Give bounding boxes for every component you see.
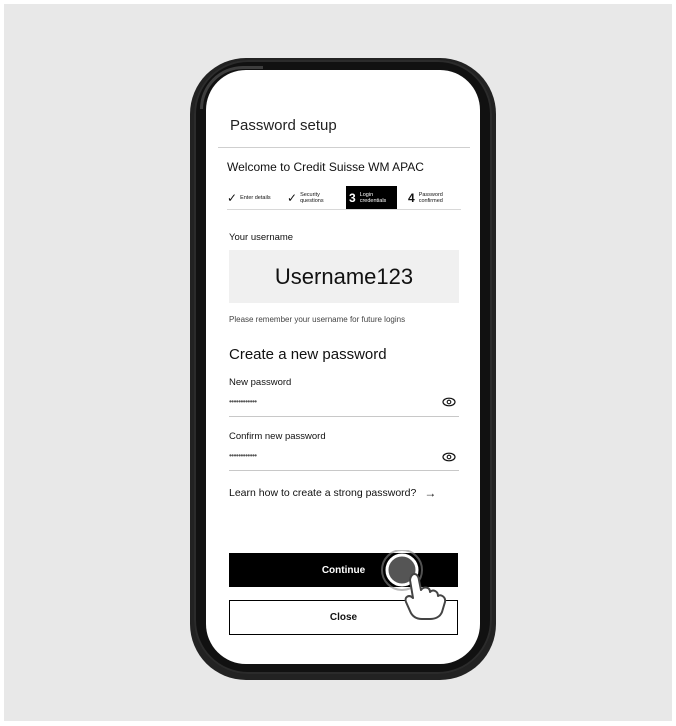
username-display: Username123	[229, 250, 459, 303]
step-label: Password confirmed	[418, 192, 443, 204]
checkmark-icon: ✓	[227, 191, 238, 205]
eye-icon[interactable]	[442, 452, 456, 462]
checkmark-icon: ✓	[287, 191, 298, 205]
step-security-questions: ✓ Security questions	[287, 186, 334, 210]
step-label: Security questions	[300, 192, 324, 204]
step-enter-details: ✓ Enter details	[227, 186, 274, 210]
new-password-underline	[229, 416, 459, 417]
page-title: Password setup	[230, 117, 337, 134]
new-password-label: New password	[229, 377, 292, 388]
arrow-right-icon: →	[424, 486, 437, 500]
confirm-password-label: Confirm new password	[229, 431, 326, 442]
steps-divider	[227, 209, 461, 210]
confirm-password-underline	[229, 470, 459, 471]
step-label: Enter details	[240, 195, 271, 201]
step-number: 3	[349, 191, 356, 205]
step-password-confirmed: 4 Password confirmed	[408, 186, 453, 210]
username-label: Your username	[229, 232, 294, 243]
welcome-text: Welcome to Credit Suisse WM APAC	[227, 160, 424, 174]
create-password-heading: Create a new password	[229, 346, 387, 363]
confirm-password-field[interactable]: ••••••••••••	[229, 451, 257, 460]
step-number: 4	[408, 191, 415, 205]
new-password-field[interactable]: ••••••••••••	[229, 397, 257, 406]
step-login-credentials: 3 Login credentials	[346, 186, 397, 210]
tap-hand-icon	[381, 550, 447, 620]
step-label: Login credentials	[359, 192, 387, 204]
title-divider	[218, 147, 470, 148]
learn-link-text: Learn how to create a strong password?	[229, 487, 417, 499]
username-hint: Please remember your username for future…	[229, 315, 406, 324]
progress-steps: ✓ Enter details ✓ Security questions 3 L…	[227, 186, 461, 210]
learn-password-link[interactable]: Learn how to create a strong password? →	[229, 486, 436, 500]
eye-icon[interactable]	[442, 397, 456, 407]
